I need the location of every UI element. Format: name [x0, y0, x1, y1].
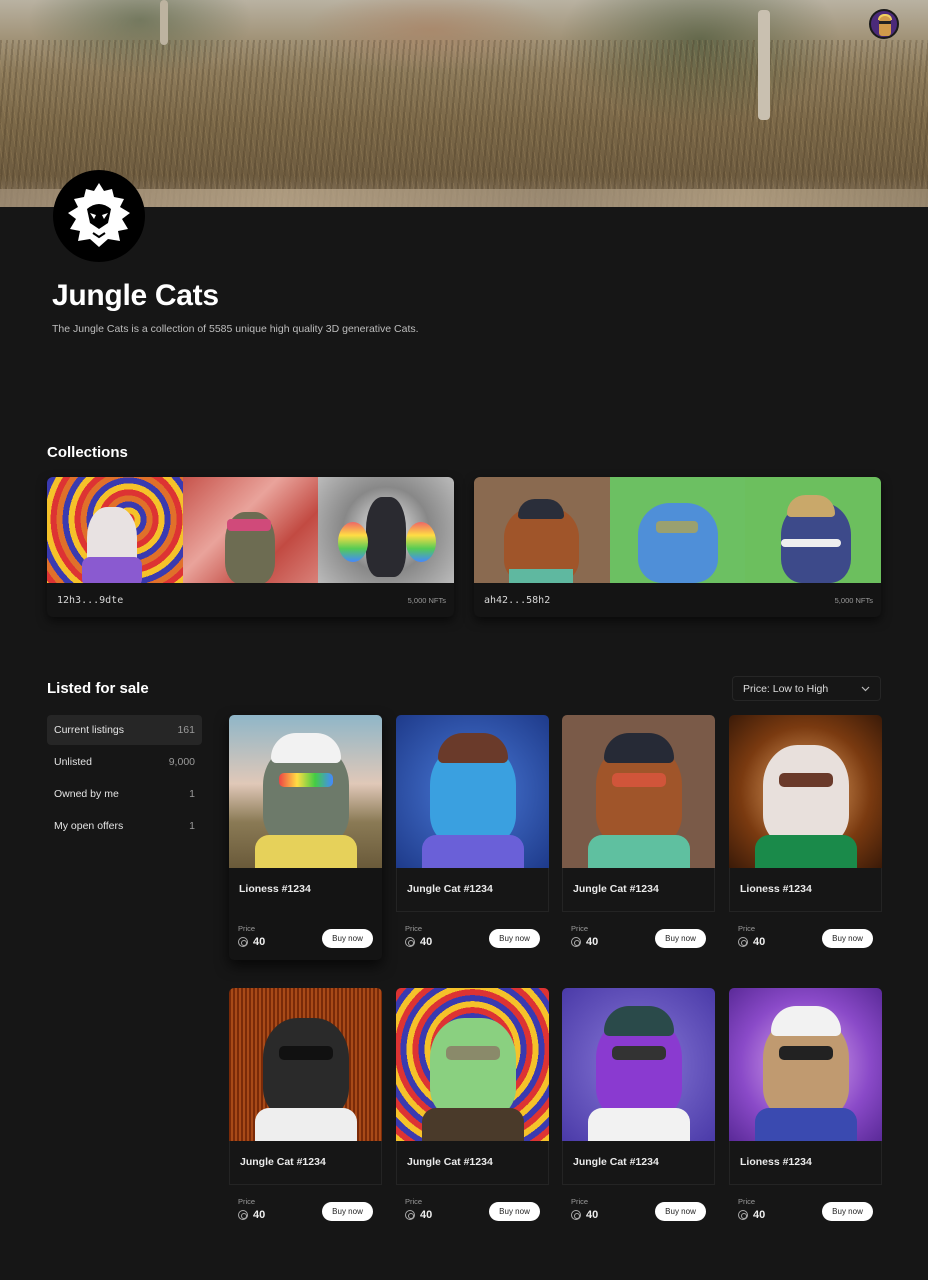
- coin-icon: [571, 1210, 581, 1220]
- filter-owned-by-me[interactable]: Owned by me 1: [47, 779, 202, 809]
- price-label: Price: [571, 1197, 589, 1206]
- collection-address: ah42...58h2: [484, 594, 551, 606]
- nft-name: Jungle Cat #1234: [396, 1141, 549, 1185]
- collection-thumb: [318, 477, 454, 583]
- nft-card[interactable]: Jungle Cat #1234 Price 40 Buy now: [562, 988, 715, 1221]
- nft-image: [229, 988, 382, 1141]
- nft-image: [396, 715, 549, 868]
- buy-now-button[interactable]: Buy now: [655, 1202, 706, 1221]
- price-label: Price: [238, 924, 256, 933]
- coin-icon: [738, 937, 748, 947]
- collection-thumb: [182, 477, 319, 583]
- nft-name: Lioness #1234: [239, 883, 311, 895]
- nft-name: Jungle Cat #1234: [229, 1141, 382, 1185]
- collection-thumb: [474, 477, 610, 583]
- filter-label: Owned by me: [54, 788, 119, 800]
- nft-image: [562, 988, 715, 1141]
- price-value: 40: [753, 936, 766, 948]
- collection-logo: [53, 170, 145, 262]
- collection-card[interactable]: 12h3...9dte 5,000 NFTs: [47, 477, 454, 617]
- nft-image: [396, 988, 549, 1141]
- sort-dropdown[interactable]: Price: Low to High: [732, 676, 881, 701]
- price-value: 40: [253, 1209, 266, 1221]
- listing-filters: Current listings 161 Unlisted 9,000 Owned …: [47, 715, 202, 843]
- collection-title: Jungle Cats: [52, 279, 219, 312]
- collection-address: 12h3...9dte: [57, 594, 124, 606]
- price-value: 40: [753, 1209, 766, 1221]
- banner-tree: [758, 10, 770, 120]
- collection-count: 5,000 NFTs: [834, 595, 873, 605]
- nft-image: [729, 715, 882, 868]
- price-value: 40: [420, 1209, 433, 1221]
- buy-now-button[interactable]: Buy now: [822, 929, 873, 948]
- nft-card[interactable]: Jungle Cat #1234 Price 40 Buy now: [229, 988, 382, 1221]
- price-value: 40: [420, 936, 433, 948]
- coin-icon: [238, 937, 248, 947]
- filter-label: Unlisted: [54, 756, 92, 768]
- collections-heading: Collections: [47, 444, 128, 461]
- buy-now-button[interactable]: Buy now: [322, 929, 373, 948]
- coin-icon: [571, 937, 581, 947]
- buy-now-button[interactable]: Buy now: [489, 929, 540, 948]
- collection-description: The Jungle Cats is a collection of 5585 …: [52, 323, 419, 335]
- collection-thumb: [47, 477, 183, 583]
- coin-icon: [238, 1210, 248, 1220]
- lion-logo-icon: [68, 183, 130, 247]
- price-value: 40: [586, 1209, 599, 1221]
- banner-tree: [160, 0, 168, 45]
- nft-card[interactable]: Jungle Cat #1234 Price 40 Buy now: [562, 715, 715, 948]
- price-value: 40: [586, 936, 599, 948]
- collection-count: 5,000 NFTs: [407, 595, 446, 605]
- price-label: Price: [738, 1197, 756, 1206]
- nft-card[interactable]: Lioness #1234 Price 40 Buy now: [229, 715, 382, 960]
- nft-name: Jungle Cat #1234: [396, 868, 549, 912]
- nft-image: [229, 715, 382, 868]
- filter-count: 161: [177, 724, 195, 736]
- filter-count: 1: [189, 788, 195, 800]
- price-label: Price: [238, 1197, 256, 1206]
- banner-grass: [0, 40, 928, 207]
- collection-thumb: [745, 477, 881, 583]
- filter-label: My open offers: [54, 820, 124, 832]
- nft-name: Lioness #1234: [729, 868, 882, 912]
- sort-selected: Price: Low to High: [743, 682, 829, 695]
- price-label: Price: [405, 1197, 423, 1206]
- chevron-down-icon: [861, 686, 870, 691]
- nft-card[interactable]: Lioness #1234 Price 40 Buy now: [729, 715, 882, 948]
- cover-banner: [0, 0, 928, 207]
- coin-icon: [405, 1210, 415, 1220]
- collection-card[interactable]: ah42...58h2 5,000 NFTs: [474, 477, 881, 617]
- nft-name: Jungle Cat #1234: [562, 868, 715, 912]
- user-avatar[interactable]: [869, 9, 899, 39]
- nft-card[interactable]: Jungle Cat #1234 Price 40 Buy now: [396, 715, 549, 948]
- coin-icon: [738, 1210, 748, 1220]
- nft-name: Jungle Cat #1234: [562, 1141, 715, 1185]
- filter-unlisted[interactable]: Unlisted 9,000: [47, 747, 202, 777]
- price-label: Price: [405, 924, 423, 933]
- avatar-face: [879, 16, 891, 36]
- filter-my-open-offers[interactable]: My open offers 1: [47, 811, 202, 841]
- nft-card[interactable]: Jungle Cat #1234 Price 40 Buy now: [396, 988, 549, 1221]
- price-value: 40: [253, 936, 266, 948]
- price-label: Price: [571, 924, 589, 933]
- coin-icon: [405, 937, 415, 947]
- nft-image: [729, 988, 882, 1141]
- filter-count: 9,000: [168, 756, 195, 768]
- collection-thumb: [609, 477, 746, 583]
- buy-now-button[interactable]: Buy now: [489, 1202, 540, 1221]
- nft-card[interactable]: Lioness #1234 Price 40 Buy now: [729, 988, 882, 1221]
- avatar-glasses: [879, 21, 891, 24]
- filter-label: Current listings: [54, 724, 125, 736]
- listed-heading: Listed for sale: [47, 680, 149, 697]
- filter-current-listings[interactable]: Current listings 161: [47, 715, 202, 745]
- buy-now-button[interactable]: Buy now: [822, 1202, 873, 1221]
- nft-name: Lioness #1234: [729, 1141, 882, 1185]
- price-label: Price: [738, 924, 756, 933]
- nft-image: [562, 715, 715, 868]
- buy-now-button[interactable]: Buy now: [655, 929, 706, 948]
- buy-now-button[interactable]: Buy now: [322, 1202, 373, 1221]
- filter-count: 1: [189, 820, 195, 832]
